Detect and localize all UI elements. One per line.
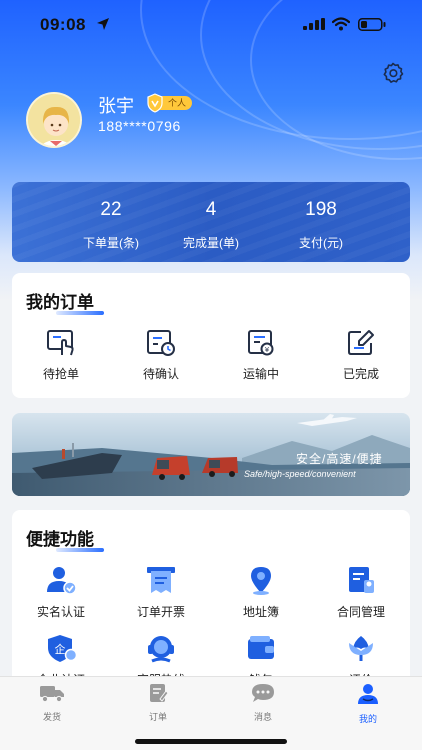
- wifi-icon: [332, 17, 350, 31]
- order-icon: [150, 684, 169, 702]
- contract-icon: [349, 567, 374, 593]
- message-icon: [252, 684, 274, 702]
- tab-label: 我的: [358, 714, 377, 724]
- pending-confirm-icon: [147, 330, 175, 356]
- order-transit-label: 运输中: [242, 367, 279, 381]
- order-completed-label: 已完成: [342, 367, 379, 381]
- grab-order-icon: [47, 330, 74, 356]
- order-completed-button[interactable]: 已完成: [312, 329, 410, 382]
- stats-card: 22 下单量(条) 4 完成量(单) 198 支付(元): [12, 182, 410, 262]
- home-indicator[interactable]: [135, 739, 287, 744]
- badge-label: 个人: [168, 98, 187, 108]
- order-pending-button[interactable]: 待确认: [112, 329, 210, 382]
- stat-label: 支付(元): [299, 236, 343, 250]
- tab-me[interactable]: 我的: [336, 683, 400, 725]
- enterprise-verify-icon: 企: [48, 635, 78, 662]
- shortcut-label: 订单开票: [136, 605, 185, 619]
- order-grab-label: 待抢单: [42, 367, 79, 381]
- verified-shield-icon: [147, 93, 163, 113]
- shortcut-contract[interactable]: 合同管理: [312, 565, 410, 620]
- shortcut-label: 实名认证: [36, 605, 85, 619]
- headset-icon: [148, 636, 174, 663]
- user-phone: 188****0796: [98, 118, 181, 134]
- banner-headline: 安全/高速/便捷: [296, 452, 383, 466]
- order-transit-button[interactable]: ¥ 运输中: [212, 329, 310, 382]
- tab-ship[interactable]: 发货: [20, 683, 84, 723]
- rating-icon: [349, 636, 373, 661]
- in-transit-icon: ¥: [248, 330, 274, 356]
- shortcut-invoice[interactable]: 订单开票: [112, 565, 210, 620]
- tab-label: 发货: [42, 712, 61, 722]
- tab-label: 消息: [253, 712, 272, 722]
- cellular-signal-icon: [303, 18, 325, 30]
- location-arrow-icon: [97, 18, 109, 30]
- my-orders-title: 我的订单: [26, 288, 104, 315]
- truck-icon: [40, 686, 64, 703]
- location-icon: [251, 567, 271, 595]
- invoice-icon: [147, 567, 175, 593]
- order-grab-button[interactable]: 待抢单: [12, 329, 110, 382]
- id-verify-icon: [47, 567, 77, 595]
- stat-value: 198: [305, 199, 337, 220]
- shortcut-id-verify[interactable]: 实名认证: [12, 565, 110, 620]
- status-time: 09:08: [40, 15, 86, 34]
- battery-icon: [358, 18, 386, 31]
- title-underline: [56, 548, 104, 552]
- shortcut-label: 合同管理: [336, 605, 385, 619]
- user-type-badge: 个人: [147, 93, 193, 113]
- svg-text:¥: ¥: [265, 346, 270, 354]
- shortcuts-card: 便捷功能 实名认证 订单开票 地址簿 合同管理 企: [12, 510, 410, 700]
- promo-banner[interactable]: 安全/高速/便捷 Safe/high-speed/convenient: [12, 413, 410, 496]
- shortcut-label: 地址簿: [242, 605, 279, 619]
- status-bar: 09:08: [0, 0, 422, 50]
- completed-icon: [348, 330, 374, 355]
- title-underline: [56, 311, 104, 315]
- svg-text:企: 企: [55, 642, 66, 656]
- shortcuts-title-text: 便捷功能: [26, 530, 94, 549]
- wallet-icon: [248, 636, 274, 659]
- settings-gear-icon[interactable]: [381, 61, 405, 85]
- order-pending-label: 待确认: [142, 367, 179, 381]
- person-icon: [358, 684, 378, 704]
- shortcut-address-book[interactable]: 地址簿: [212, 565, 310, 620]
- my-orders-card: 我的订单 待抢单 待确认 ¥ 运输中 已完成: [12, 273, 410, 398]
- stat-payment[interactable]: 198 支付(元): [256, 182, 386, 251]
- shortcuts-title: 便捷功能: [26, 525, 104, 552]
- my-orders-title-text: 我的订单: [26, 293, 94, 312]
- banner-subline: Safe/high-speed/convenient: [244, 469, 356, 479]
- tab-label: 订单: [148, 712, 167, 722]
- tab-orders[interactable]: 订单: [126, 683, 190, 723]
- avatar[interactable]: [26, 92, 82, 148]
- user-name: 张宇: [98, 96, 134, 116]
- tab-messages[interactable]: 消息: [231, 683, 295, 723]
